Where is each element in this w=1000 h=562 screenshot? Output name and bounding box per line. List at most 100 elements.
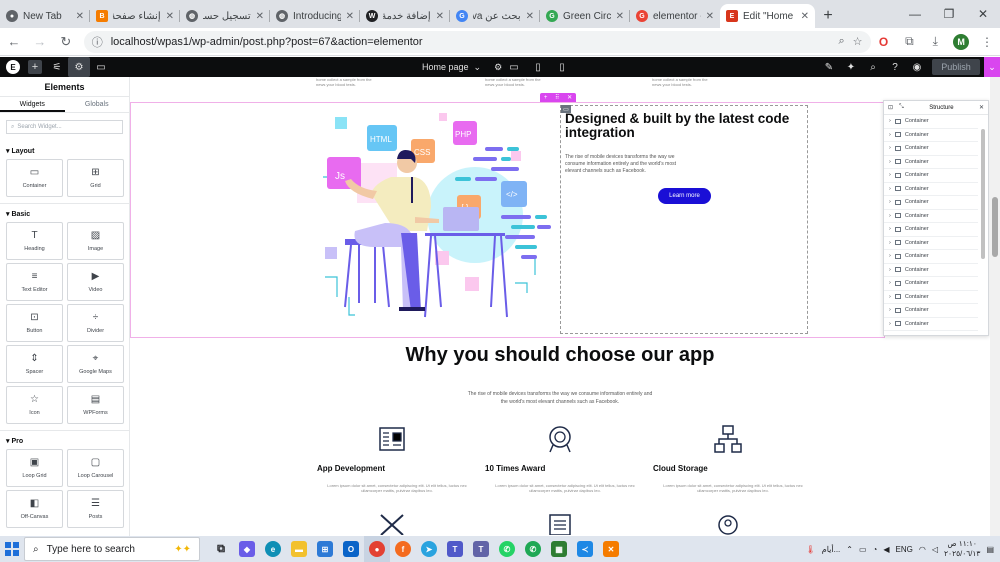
structure-toggle-icon[interactable]: ⚙ (68, 57, 90, 77)
category-pro[interactable]: ▾ Pro (0, 431, 129, 449)
widget-grid[interactable]: ⊞ Grid (67, 159, 124, 197)
profile-avatar[interactable]: M (948, 30, 974, 54)
structure-item[interactable]: › Container (884, 291, 978, 304)
chevron-right-icon[interactable]: › (889, 253, 891, 259)
feature-award[interactable]: 10 Times Award Lorem ipsum dolor sit ame… (485, 424, 645, 493)
language-indicator[interactable]: ENG (896, 545, 913, 554)
browser-tab-4[interactable]: W إضافة خدمة ✕ (360, 4, 450, 28)
drag-handle-icon[interactable]: ⠿ (555, 94, 559, 101)
ai-icon[interactable]: ✦ (840, 57, 862, 77)
copilot-icon[interactable]: ◆ (234, 536, 260, 562)
browser-tab-0[interactable]: ● New Tab ✕ (0, 4, 90, 28)
chevron-right-icon[interactable]: › (889, 267, 891, 273)
close-tab-icon[interactable]: ✕ (166, 11, 174, 22)
url-text[interactable]: localhost/wpas1/wp-admin/post.php?post=6… (111, 36, 831, 48)
clock[interactable]: ١١:١٠ ص ٢٠٢٥/٠٦/١٣ (944, 539, 980, 559)
structure-item[interactable]: › Container (884, 277, 978, 291)
notification-icon[interactable]: ▤ (986, 545, 994, 554)
why-subtitle[interactable]: The rise of mobile devices transforms th… (465, 390, 655, 406)
collapse-all-icon[interactable]: ⤡ (899, 104, 904, 111)
publish-button[interactable]: Publish (932, 59, 980, 75)
store-icon[interactable]: ⊞ (312, 536, 338, 562)
tablet-icon[interactable]: ▯ (529, 57, 547, 77)
outlook-icon[interactable]: O (338, 536, 364, 562)
widget-wpforms[interactable]: ▤ WPForms (67, 386, 124, 424)
browser-tab-5[interactable]: G بحث عن Canva ✕ (450, 4, 540, 28)
chevron-right-icon[interactable]: › (889, 186, 891, 192)
browser-tab-7[interactable]: Gelementor - ✕ (630, 4, 720, 28)
teams-alt-icon[interactable]: T (468, 536, 494, 562)
structure-item[interactable]: › Container (884, 304, 978, 318)
browser-tab-2[interactable]: ◍ تسجيل حساب ✕ (180, 4, 270, 28)
structure-item[interactable]: › Container (884, 223, 978, 237)
page-scroll-thumb[interactable] (992, 197, 998, 257)
site-info-icon[interactable]: ⓘ (92, 34, 103, 50)
volume-icon[interactable]: ◀ (883, 545, 889, 554)
battery-icon[interactable]: ▭ (859, 545, 867, 554)
close-section-icon[interactable]: ✕ (567, 94, 572, 101)
chevron-right-icon[interactable]: › (889, 280, 891, 286)
widget-image[interactable]: ▨ Image (67, 222, 124, 260)
close-tab-icon[interactable]: ✕ (526, 11, 534, 22)
structure-item[interactable]: › Container (884, 210, 978, 223)
close-tab-icon[interactable]: ✕ (436, 11, 444, 22)
browser-tab-6[interactable]: G Green Circle ✕ (540, 4, 630, 28)
reload-icon[interactable]: ↻ (54, 30, 78, 54)
whatsapp-business-icon[interactable]: ✆ (520, 536, 546, 562)
hero-text-container[interactable]: ▭ Designed & built by the latest code in… (560, 105, 808, 334)
minimize-icon[interactable]: — (898, 0, 932, 28)
tab-globals[interactable]: Globals (65, 97, 130, 112)
network-icon[interactable]: ◔ (873, 545, 878, 554)
site-settings-icon[interactable]: ⚟ (46, 57, 68, 77)
windows-start-icon[interactable] (0, 536, 24, 562)
widget-text-editor[interactable]: ≡ Text Editor (6, 263, 63, 301)
address-bar[interactable]: ⓘ localhost/wpas1/wp-admin/post.php?post… (83, 30, 871, 53)
extensions-icon[interactable]: ⧉ (896, 30, 922, 54)
category-basic[interactable]: ▾ Basic (0, 204, 129, 222)
structure-scroll-thumb[interactable] (981, 129, 985, 259)
close-tab-icon[interactable]: ✕ (801, 11, 809, 22)
structure-item[interactable]: › Container (884, 264, 978, 277)
widget-posts[interactable]: ☰ Posts (67, 490, 124, 528)
browser-tab-1[interactable]: B إنشاء صفحة ✕ (90, 4, 180, 28)
edge-icon[interactable]: e (260, 536, 286, 562)
chevron-right-icon[interactable]: › (889, 321, 891, 327)
tab-widgets[interactable]: Widgets (0, 97, 65, 112)
chevron-right-icon[interactable]: › (889, 226, 891, 232)
notes-icon[interactable]: ▭ (90, 57, 112, 77)
structure-item[interactable]: › Container (884, 142, 978, 156)
structure-item[interactable]: › Container (884, 318, 978, 331)
chevron-right-icon[interactable]: › (889, 118, 891, 124)
chrome-icon[interactable]: ● (364, 536, 390, 562)
browser-tab-active[interactable]: E Edit "Home p ✕ (720, 4, 815, 28)
hero-body[interactable]: The rise of mobile devices transforms th… (565, 154, 685, 175)
search-icon[interactable]: ⌕ (862, 57, 884, 77)
close-tab-icon[interactable]: ✕ (256, 11, 264, 22)
structure-item[interactable]: › Container (884, 169, 978, 183)
speaker-icon[interactable]: ◁ (932, 545, 938, 554)
forward-icon[interactable]: → (28, 30, 52, 54)
whatsapp-icon[interactable]: ✆ (494, 536, 520, 562)
pencil-icon[interactable]: ✎ (818, 57, 840, 77)
chevron-right-icon[interactable]: › (889, 213, 891, 219)
pin-icon[interactable]: ⊡ (888, 104, 893, 111)
download-icon[interactable]: ⤓ (922, 30, 948, 54)
mobile-icon[interactable]: ▯ (553, 57, 571, 77)
structure-item[interactable]: › Container (884, 196, 978, 210)
teams-icon[interactable]: T (442, 536, 468, 562)
chrome-menu-icon[interactable]: ⋮ (974, 30, 1000, 54)
chevron-right-icon[interactable]: › (889, 172, 891, 178)
app-grid-icon[interactable]: ▦ (546, 536, 572, 562)
why-heading[interactable]: Why you should choose our app (130, 344, 990, 367)
telegram-icon[interactable]: ➤ (416, 536, 442, 562)
preview-eye-icon[interactable]: ◉ (906, 57, 928, 77)
task-view-icon[interactable]: ⧉ (208, 536, 234, 562)
chevron-right-icon[interactable]: › (889, 145, 891, 151)
chevron-up-icon[interactable]: ⌃ (846, 545, 853, 554)
chevron-right-icon[interactable]: › (889, 159, 891, 165)
widget-loop-grid[interactable]: ▣ Loop Grid (6, 449, 63, 487)
opera-extension-icon[interactable]: O (871, 30, 897, 54)
elementor-logo-icon[interactable]: E (6, 60, 20, 74)
widget-heading[interactable]: T Heading (6, 222, 63, 260)
new-tab-button[interactable]: + (815, 4, 841, 28)
